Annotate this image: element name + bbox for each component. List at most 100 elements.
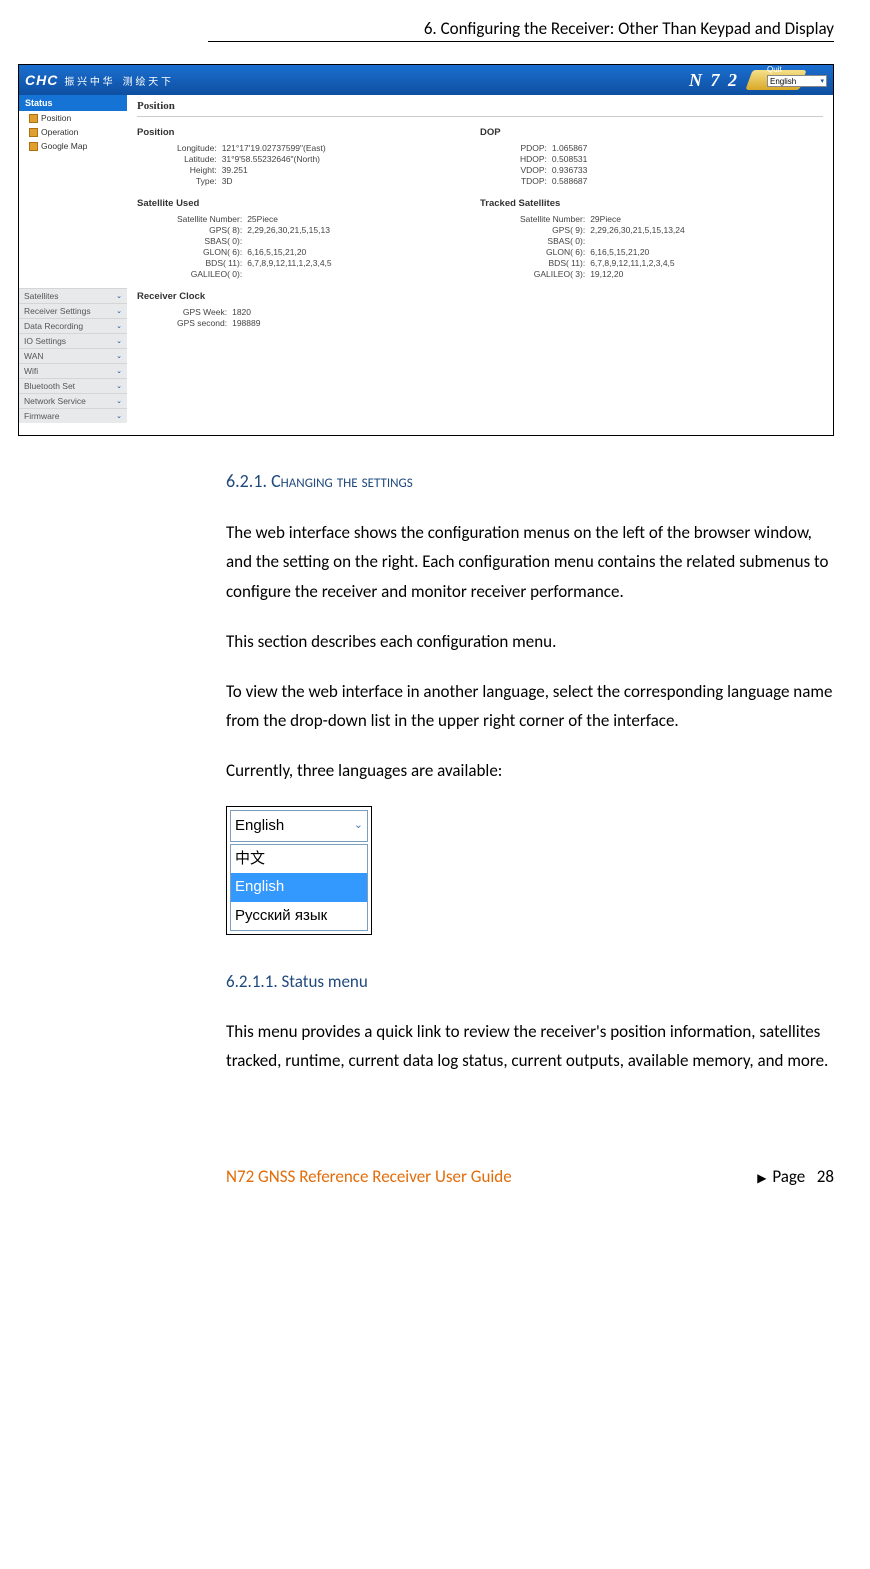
field-label: GLON( 6):	[520, 246, 590, 257]
language-option-en[interactable]: English	[231, 873, 367, 901]
receiver-clock-panel: Receiver Clock GPS Week:1820GPS second:1…	[137, 291, 480, 328]
field-label: GPS( 8):	[177, 224, 247, 235]
language-dropdown[interactable]: English ⌄	[230, 810, 368, 842]
sidebar-item-wan[interactable]: WAN⌄	[19, 348, 127, 363]
folder-icon	[29, 114, 38, 123]
position-panel: Position Longitude:121°17'19.02737599"(E…	[137, 127, 480, 186]
sidebar-sub-operation[interactable]: Operation	[19, 125, 127, 139]
chevron-down-icon: ⌄	[116, 352, 122, 360]
field-value: 6,7,8,9,12,11,1,2,3,4,5	[590, 257, 690, 268]
field-label: Type:	[177, 175, 222, 186]
field-value: 3D	[222, 175, 331, 186]
field-value: 1820	[232, 306, 265, 317]
field-label: GPS Week:	[177, 306, 232, 317]
field-label: PDOP:	[520, 142, 552, 153]
language-dropdown-value: English	[235, 813, 284, 839]
quit-link[interactable]: Quit	[767, 65, 827, 74]
field-label: Longitude:	[177, 142, 222, 153]
paragraph: This section describes each configuratio…	[226, 627, 834, 657]
webui-sidebar: Status Position Operation Google Map Sat…	[19, 95, 127, 435]
language-dropdown-figure: English ⌄ 中文 English Русский язык	[226, 806, 372, 935]
chevron-down-icon: ⌄	[116, 382, 122, 390]
sidebar-item-status[interactable]: Status	[19, 95, 127, 111]
language-value: English	[770, 77, 796, 86]
field-label: BDS( 11):	[520, 257, 590, 268]
field-value: 1.065867	[552, 142, 592, 153]
paragraph: This menu provides a quick link to revie…	[226, 1017, 834, 1077]
field-label: GALILEO( 3):	[520, 268, 590, 279]
sidebar-item-io-settings[interactable]: IO Settings⌄	[19, 333, 127, 348]
sidebar-sub-position[interactable]: Position	[19, 111, 127, 125]
field-value: 6,16,5,15,21,20	[247, 246, 336, 257]
language-select[interactable]: English ▾	[767, 75, 827, 87]
footer-page-number: 28	[817, 1166, 834, 1187]
field-label: GLON( 6):	[177, 246, 247, 257]
webui-main: Position Position Longitude:121°17'19.02…	[127, 95, 833, 435]
sidebar-item-receiver-settings[interactable]: Receiver Settings⌄	[19, 303, 127, 318]
field-label: SBAS( 0):	[520, 235, 590, 246]
field-value: 121°17'19.02737599"(East)	[222, 142, 331, 153]
chevron-down-icon: ⌄	[116, 397, 122, 405]
sidebar-item-satellites[interactable]: Satellites⌄	[19, 288, 127, 303]
heading-status-menu: 6.2.1.1. Status menu	[226, 967, 834, 997]
chevron-down-icon: ⌄	[116, 412, 122, 420]
chevron-down-icon: ⌄	[116, 337, 122, 345]
triangle-icon: ▶	[757, 1172, 766, 1186]
sidebar-sub-googlemap[interactable]: Google Map	[19, 139, 127, 153]
dop-panel: DOP PDOP:1.065867HDOP:0.508531VDOP:0.936…	[480, 127, 823, 186]
brand-logo: CHC	[25, 72, 58, 88]
field-value: 0.588687	[552, 175, 592, 186]
sidebar-item-wifi[interactable]: Wifi⌄	[19, 363, 127, 378]
field-label: BDS( 11):	[177, 257, 247, 268]
satellite-used-panel: Satellite Used Satellite Number:25PieceG…	[137, 198, 480, 279]
paragraph: To view the web interface in another lan…	[226, 677, 834, 737]
field-value	[247, 268, 336, 279]
paragraph: Currently, three languages are available…	[226, 756, 834, 786]
chevron-down-icon: ⌄	[116, 367, 122, 375]
field-value	[247, 235, 336, 246]
field-label: Latitude:	[177, 153, 222, 164]
sidebar-item-data-recording[interactable]: Data Recording⌄	[19, 318, 127, 333]
tracked-satellites-panel: Tracked Satellites Satellite Number:29Pi…	[480, 198, 823, 279]
field-value: 2,29,26,30,21,5,15,13	[247, 224, 336, 235]
footer-page-label: Page	[772, 1166, 805, 1187]
field-label: Satellite Number:	[520, 213, 590, 224]
heading-changing-settings: 6.2.1. Changing the settings	[226, 466, 834, 498]
page-title: Position	[137, 100, 823, 117]
webui-screenshot: CHC 振 兴 中 华 测 绘 天 下 N 7 2 Quit English ▾…	[18, 64, 834, 436]
language-option-ru[interactable]: Русский язык	[231, 902, 367, 930]
field-value: 19,12,20	[590, 268, 690, 279]
field-label: Satellite Number:	[177, 213, 247, 224]
field-value	[590, 235, 690, 246]
webui-header-bar: CHC 振 兴 中 华 测 绘 天 下 N 7 2 Quit English ▾	[19, 65, 833, 95]
chevron-down-icon: ⌄	[354, 816, 363, 835]
field-value: 0.508531	[552, 153, 592, 164]
folder-icon	[29, 128, 38, 137]
field-value: 2,29,26,30,21,5,15,13,24	[590, 224, 690, 235]
field-value: 39.251	[222, 164, 331, 175]
field-value: 198889	[232, 317, 265, 328]
model-label: N 7 2	[689, 70, 743, 91]
sidebar-item-firmware[interactable]: Firmware⌄	[19, 408, 127, 423]
field-label: GPS( 9):	[520, 224, 590, 235]
field-value: 29Piece	[590, 213, 690, 224]
sidebar-item-network-service[interactable]: Network Service⌄	[19, 393, 127, 408]
field-value: 25Piece	[247, 213, 336, 224]
chevron-down-icon: ▾	[820, 77, 824, 85]
chapter-header: 6. Configuring the Receiver: Other Than …	[208, 18, 834, 42]
field-label: TDOP:	[520, 175, 552, 186]
sidebar-item-bluetooth[interactable]: Bluetooth Set⌄	[19, 378, 127, 393]
field-label: VDOP:	[520, 164, 552, 175]
field-label: GALILEO( 0):	[177, 268, 247, 279]
footer-guide-title: N72 GNSS Reference Receiver User Guide	[226, 1166, 757, 1187]
folder-icon	[29, 142, 38, 151]
field-label: GPS second:	[177, 317, 232, 328]
field-label: SBAS( 0):	[177, 235, 247, 246]
brand-tagline: 振 兴 中 华 测 绘 天 下	[64, 73, 171, 88]
field-label: HDOP:	[520, 153, 552, 164]
field-value: 31°9'58.55232646"(North)	[222, 153, 331, 164]
chevron-down-icon: ⌄	[116, 322, 122, 330]
chevron-down-icon: ⌄	[116, 292, 122, 300]
page-footer: N72 GNSS Reference Receiver User Guide ▶…	[226, 1166, 834, 1187]
language-option-zh[interactable]: 中文	[231, 845, 367, 873]
